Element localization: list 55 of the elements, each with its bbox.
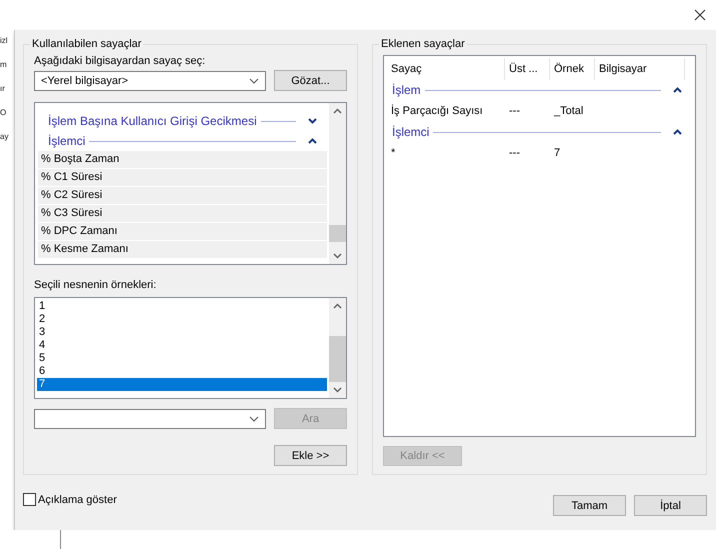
column-header[interactable]: Örnek (550, 58, 595, 80)
chevron-up-icon[interactable] (333, 108, 342, 114)
chevron-down-icon (249, 416, 259, 422)
instance-item[interactable]: 1 (37, 300, 327, 313)
chevron-down-icon[interactable] (333, 387, 342, 393)
scrollbar[interactable] (329, 298, 346, 398)
cancel-button[interactable]: İptal (634, 495, 707, 516)
browse-button[interactable]: Gözat... (274, 70, 347, 91)
scrollbar-thumb[interactable] (329, 225, 346, 242)
table-cell-text: _Total (552, 105, 584, 117)
checkbox[interactable] (23, 493, 36, 506)
column-header[interactable]: Sayaç (387, 58, 505, 80)
chevron-down-icon (249, 78, 259, 84)
counter-group[interactable]: İşlemci (387, 122, 692, 142)
background-text: O (0, 108, 8, 118)
computer-select[interactable]: <Yerel bilgisayar> (34, 70, 266, 90)
background-text: ay (0, 132, 10, 142)
table-cell-text: * (390, 147, 396, 159)
instance-item[interactable]: 6 (37, 364, 327, 378)
table-cell-text: 7 (553, 147, 562, 159)
column-header[interactable]: Üst ... (505, 58, 550, 80)
group-title: Eklenen sayaçlar (380, 38, 466, 50)
counter-item[interactable]: % C3 Süresi (38, 205, 327, 223)
table-cell-text: --- (508, 105, 521, 117)
instance-item[interactable]: 2 (37, 312, 327, 326)
ok-button[interactable]: Tamam (553, 495, 626, 516)
group-title: Kullanılabilen sayaçlar (31, 38, 142, 50)
search-select[interactable] (34, 408, 266, 428)
counter-item[interactable]: % C1 Süresi (38, 169, 327, 187)
chevron-down-icon[interactable] (333, 252, 342, 259)
instance-item[interactable]: 3 (37, 326, 327, 339)
table-cell-text: İş Parçacığı Sayısı (390, 105, 484, 117)
counter-item[interactable]: % C2 Süresi (38, 187, 327, 205)
column-header[interactable]: Bilgisayar (595, 58, 685, 80)
instance-item[interactable]: 4 (37, 338, 327, 352)
add-button[interactable]: Ekle >> (274, 445, 347, 466)
close-icon[interactable] (694, 9, 706, 21)
instance-item[interactable]: 5 (37, 352, 327, 365)
background-text: ır (0, 84, 6, 94)
field-label: Seçili nesnenin örnekleri: (34, 278, 158, 291)
show-description-checkbox[interactable]: Açıklama göster (23, 493, 117, 506)
counter-item[interactable]: % DPC Zamanı (38, 223, 327, 241)
counter-item[interactable]: % Kesme Zamanı (38, 241, 327, 259)
field-label: Aşağıdaki bilgisayardan sayaç seç: (34, 55, 206, 67)
table-cell-text: --- (508, 147, 521, 159)
counter-item[interactable]: % Boşta Zaman (38, 151, 327, 169)
counter-group[interactable]: İşlem Başına Kullanıcı Girişi Gecikmesi (38, 111, 327, 131)
background-text: izl (0, 36, 9, 46)
counter-group[interactable]: İşlemci (38, 131, 327, 151)
instance-item[interactable]: 7 (37, 378, 327, 391)
scrollbar-thumb[interactable] (329, 336, 346, 382)
chevron-up-icon[interactable] (333, 302, 342, 309)
counter-group[interactable]: İşlem (387, 80, 692, 100)
scrollbar[interactable] (329, 103, 346, 264)
background-text: m (0, 60, 8, 70)
